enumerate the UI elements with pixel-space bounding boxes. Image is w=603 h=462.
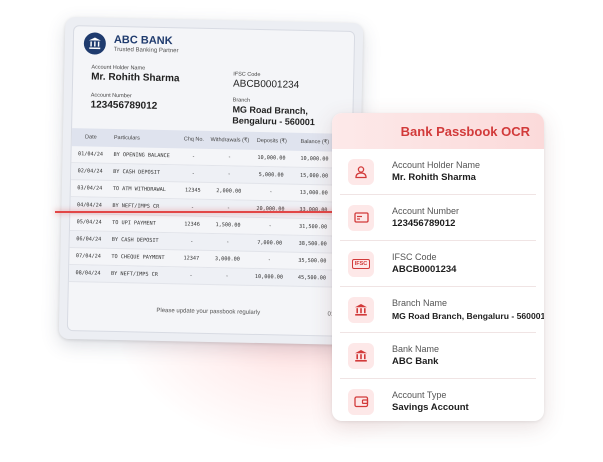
- cell-date: 06/04/24: [76, 236, 102, 243]
- ocr-field-value: ABCB0001234: [392, 263, 457, 275]
- cell-deposit: -: [267, 257, 271, 264]
- ocr-result-card: Bank Passbook OCR Account Holder Name Mr.…: [332, 113, 544, 421]
- cell-date: 01/04/24: [77, 151, 104, 158]
- cell-deposit: 7,000.00: [257, 239, 283, 247]
- cell-withdrawal: -: [227, 154, 232, 161]
- ocr-field-label: Account Number: [392, 205, 460, 216]
- ocr-field-item: Branch Name MG Road Branch, Bengaluru - 5…: [340, 287, 544, 333]
- cell-withdrawal: 3,000.00: [214, 256, 240, 263]
- cell-withdrawal: 2,000.00: [216, 188, 242, 195]
- ocr-field-value: MG Road Branch, Bengaluru - 560001: [392, 310, 544, 321]
- passbook-holder-field: Account Holder Name Mr. Rohith Sharma: [91, 64, 180, 85]
- cell-particulars: TO UPI PAYMENT: [112, 219, 156, 227]
- card-icon: [348, 204, 374, 231]
- cell-balance: 10,000.00: [300, 155, 329, 163]
- cell-chq: 12346: [184, 221, 200, 228]
- ifsc-icon-text: IFSC: [352, 258, 370, 269]
- cell-deposit: 10,000.00: [257, 154, 286, 162]
- cell-particulars: TO ATM WITHDRAWAL: [112, 185, 166, 194]
- ocr-field-value: Savings Account: [392, 401, 469, 413]
- cell-particulars: BY NEFT/IMPS CR: [112, 202, 160, 210]
- bank-building-icon: [348, 296, 374, 323]
- ocr-field-value: ABC Bank: [392, 355, 439, 367]
- passbook-branch-line2: Bengaluru - 560001: [232, 115, 315, 128]
- cell-chq: 12345: [184, 187, 201, 194]
- wallet-icon: [348, 388, 374, 415]
- cell-withdrawal: -: [226, 239, 230, 246]
- ocr-field-item: Account Number 123456789012: [340, 195, 536, 241]
- ocr-field-item: Bank Name ABC Bank: [340, 333, 536, 379]
- ocr-field-value: 123456789012: [392, 217, 456, 229]
- ocr-field-list: Account Holder Name Mr. Rohith Sharma Acco…: [332, 149, 544, 421]
- cell-deposit: -: [268, 223, 272, 230]
- cell-date: 03/04/24: [77, 185, 103, 192]
- ocr-title-bar: Bank Passbook OCR: [332, 113, 544, 149]
- cell-balance: 13,000.00: [299, 189, 328, 197]
- cell-balance: 38,500.00: [298, 240, 327, 248]
- col-deposits: Deposits (₹): [256, 137, 287, 145]
- ocr-field-value: Mr. Rohith Sharma: [392, 171, 476, 183]
- passbook-page: ABC BANK Trusted Banking Partner Account…: [66, 25, 356, 337]
- ocr-field-label: Account Holder Name: [392, 159, 481, 170]
- cell-deposit: 5,000.00: [258, 171, 284, 179]
- cell-date: 04/04/24: [76, 202, 103, 209]
- bank-tagline: Trusted Banking Partner: [113, 46, 179, 55]
- ocr-title: Bank Passbook OCR: [400, 123, 530, 139]
- bank-building-icon: [348, 342, 374, 369]
- cell-chq: -: [191, 153, 196, 160]
- ocr-field-label: IFSC Code: [392, 251, 437, 262]
- ocr-field-item: Account Holder Name Mr. Rohith Sharma: [340, 149, 536, 195]
- cell-balance: 45,500.00: [297, 274, 327, 282]
- table-body: 01/04/24 BY OPENING BALANCE - - 10,000.00 10,…: [68, 146, 352, 288]
- cell-balance: 15,000.00: [300, 172, 329, 180]
- cell-balance: 31,500.00: [298, 223, 328, 231]
- cell-chq: -: [191, 170, 195, 177]
- col-date: Date: [85, 134, 97, 141]
- cell-chq: -: [189, 272, 193, 279]
- passbook-account-field: Account Number 123456789012: [90, 92, 157, 112]
- cell-chq: 12347: [183, 255, 200, 262]
- ocr-field-item: IFSC IFSC Code ABCB0001234: [340, 241, 536, 287]
- passbook-holder-value: Mr. Rohith Sharma: [91, 71, 180, 85]
- ocr-field-label: Account Type: [392, 389, 447, 400]
- cell-particulars: TO CHEQUE PAYMENT: [111, 253, 165, 262]
- ifsc-icon: IFSC: [348, 250, 374, 277]
- user-icon: [348, 158, 374, 185]
- cell-withdrawal: -: [225, 273, 229, 280]
- passbook-account-value: 123456789012: [90, 99, 158, 112]
- passbook-document: ABC BANK Trusted Banking Partner Account…: [58, 16, 364, 346]
- col-balance: Balance (₹): [300, 138, 330, 146]
- cell-withdrawal: 1,500.00: [215, 222, 241, 229]
- ocr-field-label: Bank Name: [392, 343, 440, 354]
- passbook-ifsc-field: IFSC Code ABCB0001234: [233, 71, 300, 91]
- passbook-branch-field: Branch MG Road Branch, Bengaluru - 56000…: [232, 97, 315, 128]
- cell-date: 08/04/24: [75, 270, 101, 277]
- cell-particulars: BY OPENING BALANCE: [113, 151, 170, 160]
- cell-chq: -: [190, 204, 195, 211]
- passbook-ifsc-value: ABCB0001234: [232, 78, 300, 91]
- cell-date: 07/04/24: [75, 253, 101, 260]
- transactions-table: Date Particulars Chq No. Withdrawals (₹)…: [68, 128, 353, 288]
- cell-chq: -: [190, 238, 194, 245]
- cell-particulars: BY NEFT/IMPS CR: [110, 270, 158, 278]
- cell-date: 05/04/24: [76, 219, 102, 226]
- cell-withdrawal: -: [227, 171, 231, 178]
- col-particulars: Particulars: [113, 134, 140, 142]
- bank-header: ABC BANK Trusted Banking Partner: [83, 32, 179, 56]
- cell-particulars: BY CASH DEPOSIT: [111, 236, 159, 244]
- bank-logo-icon: [83, 32, 107, 55]
- passbook-footer: Please update your passbook regularly: [156, 307, 261, 317]
- cell-date: 02/04/24: [77, 168, 103, 175]
- cell-deposit: 10,000.00: [254, 273, 284, 281]
- scan-line: [55, 211, 345, 213]
- col-chq: Chq No.: [183, 136, 205, 143]
- ocr-field-label: Branch Name: [392, 297, 448, 308]
- cell-balance: 35,500.00: [298, 257, 327, 265]
- ocr-field-item: Account Type Savings Account: [340, 379, 536, 421]
- cell-particulars: BY CASH DEPOSIT: [113, 168, 161, 176]
- col-withdrawals: Withdrawals (₹): [210, 136, 250, 144]
- cell-deposit: -: [269, 189, 273, 196]
